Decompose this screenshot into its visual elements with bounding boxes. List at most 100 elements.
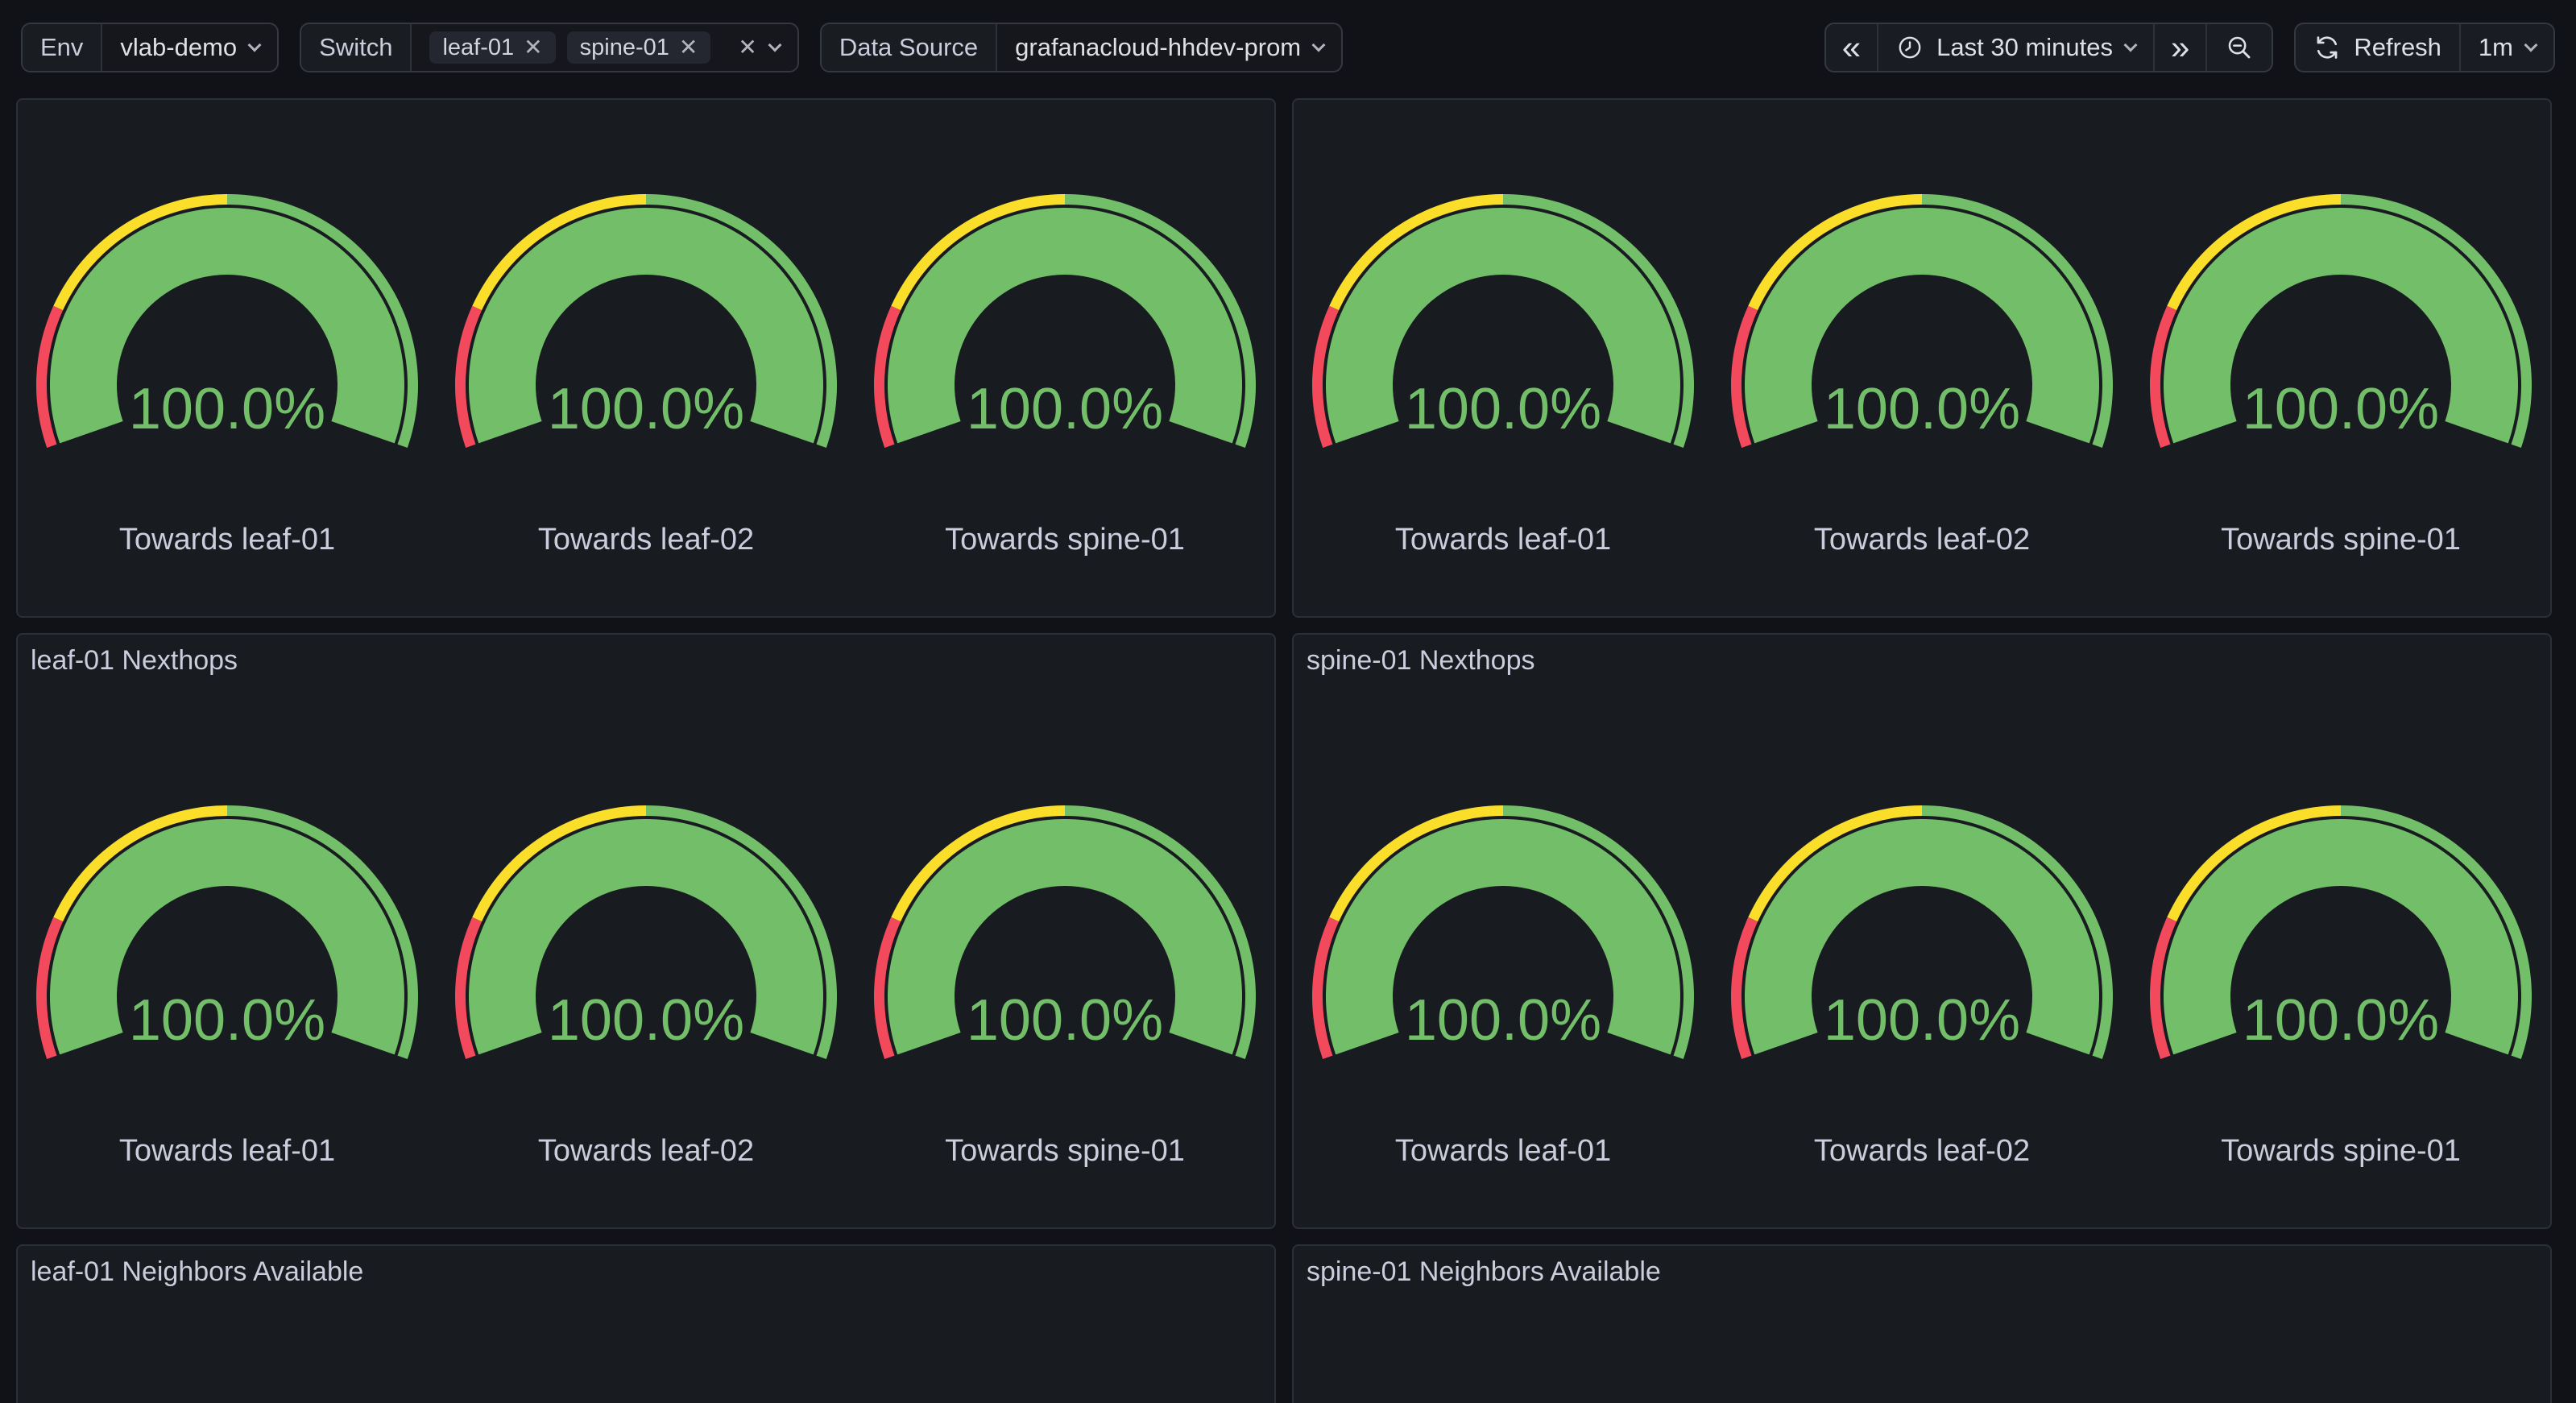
gauges-row: 100.0% Towards leaf-01 100.0% Towards le…	[1294, 192, 2550, 557]
switch-label: Switch	[301, 24, 410, 71]
gauge-arc: 100.0%	[1311, 803, 1696, 1062]
clear-all-icon[interactable]: ✕	[738, 36, 756, 59]
gauge: 100.0% Towards leaf-01	[1294, 192, 1713, 557]
gauge: 100.0% Towards leaf-02	[437, 803, 855, 1169]
panel-leaf01-nexthops: leaf-01 Nexthops 100.0% Towards leaf-01 …	[16, 633, 1276, 1229]
datasource-value: grafanacloud-hhdev-prom	[1015, 33, 1301, 62]
chevron-down-icon	[2524, 39, 2538, 52]
env-variable: Env vlab-demo	[21, 23, 279, 72]
gauge-label: Towards leaf-01	[1395, 522, 1611, 557]
time-shift-forward-button[interactable]: »	[2153, 24, 2205, 71]
gauge-label: Towards leaf-01	[119, 522, 335, 557]
gauge-value: 100.0%	[967, 377, 1163, 441]
chevron-down-icon	[1312, 39, 1326, 52]
panel-title[interactable]: spine-01 Nexthops	[1294, 635, 1548, 686]
chevron-down-icon	[2124, 39, 2138, 52]
gauge-value: 100.0%	[2243, 988, 2439, 1053]
gauge-arc: 100.0%	[2148, 803, 2533, 1062]
gauge: 100.0% Towards leaf-01	[18, 192, 437, 557]
gauge-label: Towards leaf-02	[1814, 522, 2030, 557]
gauge-arc: 100.0%	[1729, 192, 2114, 451]
gauge-value: 100.0%	[129, 988, 325, 1053]
gauge: 100.0% Towards leaf-01	[18, 803, 437, 1169]
gauge-value: 100.0%	[2243, 377, 2439, 441]
time-cluster: « Last 30 minutes »	[1824, 23, 2555, 72]
gauge-value: 100.0%	[1824, 988, 2020, 1053]
remove-tag-icon[interactable]: ✕	[679, 36, 698, 59]
switch-select[interactable]: leaf-01 ✕ spine-01 ✕ ✕	[410, 24, 797, 71]
time-shift-back-button[interactable]: «	[1826, 24, 1877, 71]
time-picker-group: « Last 30 minutes »	[1824, 23, 2274, 72]
gauge-value: 100.0%	[1405, 988, 1601, 1053]
panel-spine01-neighbors: spine-01 Neighbors Available	[1292, 1244, 2552, 1403]
gauge-arc: 100.0%	[1311, 192, 1696, 451]
refresh-label: Refresh	[2354, 33, 2441, 62]
panel-spine01-uplinks: 100.0% Towards leaf-01 100.0% Towards le…	[1292, 98, 2552, 618]
gauge-label: Towards leaf-02	[538, 522, 754, 557]
gauge-label: Towards leaf-01	[1395, 1133, 1611, 1169]
gauge-value: 100.0%	[967, 988, 1163, 1053]
refresh-interval-select[interactable]: 1m	[2459, 24, 2553, 71]
gauge-label: Towards leaf-02	[538, 1133, 754, 1169]
gauge-value: 100.0%	[548, 988, 744, 1053]
chevron-down-icon	[248, 39, 262, 52]
gauge-label: Towards spine-01	[945, 1133, 1185, 1169]
datasource-label: Data Source	[822, 24, 996, 71]
gauge-arc: 100.0%	[872, 192, 1257, 451]
gauge-arc: 100.0%	[453, 192, 839, 451]
gauge-label: Towards leaf-01	[119, 1133, 335, 1169]
panel-leaf01-uplinks: 100.0% Towards leaf-01 100.0% Towards le…	[16, 98, 1276, 618]
variables-cluster: Env vlab-demo Switch leaf-01 ✕ spine-01 …	[21, 23, 1343, 72]
env-label: Env	[23, 24, 101, 71]
gauge: 100.0% Towards leaf-02	[1713, 192, 2131, 557]
remove-tag-icon[interactable]: ✕	[524, 36, 542, 59]
gauge-label: Towards leaf-02	[1814, 1133, 2030, 1169]
gauge-arc: 100.0%	[35, 192, 420, 451]
refresh-group: Refresh 1m	[2294, 23, 2555, 72]
switch-chips: leaf-01 ✕ spine-01 ✕	[429, 31, 710, 64]
time-range-button[interactable]: Last 30 minutes	[1877, 24, 2153, 71]
gauge: 100.0% Towards leaf-01	[1294, 803, 1713, 1169]
datasource-variable: Data Source grafanacloud-hhdev-prom	[820, 23, 1343, 72]
chevron-down-icon	[768, 39, 781, 52]
refresh-button[interactable]: Refresh	[2296, 24, 2459, 71]
gauge-arc: 100.0%	[35, 803, 420, 1062]
switch-variable: Switch leaf-01 ✕ spine-01 ✕ ✕	[300, 23, 799, 72]
refresh-interval: 1m	[2479, 33, 2513, 62]
gauge: 100.0% Towards leaf-02	[437, 192, 855, 557]
switch-chip[interactable]: leaf-01 ✕	[429, 31, 555, 64]
refresh-icon	[2313, 34, 2341, 61]
env-select[interactable]: vlab-demo	[101, 24, 277, 71]
gauge: 100.0% Towards spine-01	[855, 192, 1274, 557]
env-value: vlab-demo	[120, 33, 237, 62]
gauge-value: 100.0%	[1824, 377, 2020, 441]
switch-chip[interactable]: spine-01 ✕	[567, 31, 711, 64]
gauge-arc: 100.0%	[2148, 192, 2533, 451]
gauge-arc: 100.0%	[453, 803, 839, 1062]
gauges-row: 100.0% Towards leaf-01 100.0% Towards le…	[18, 803, 1274, 1169]
datasource-select[interactable]: grafanacloud-hhdev-prom	[996, 24, 1341, 71]
panel-title[interactable]: leaf-01 Nexthops	[18, 635, 251, 686]
panel-title[interactable]: leaf-01 Neighbors Available	[18, 1246, 376, 1297]
zoom-out-icon	[2225, 33, 2254, 62]
gauge: 100.0% Towards spine-01	[2131, 803, 2550, 1169]
gauges-row: 100.0% Towards leaf-01 100.0% Towards le…	[18, 192, 1274, 557]
gauge-value: 100.0%	[129, 377, 325, 441]
panel-leaf01-neighbors: leaf-01 Neighbors Available	[16, 1244, 1276, 1403]
gauges-row: 100.0% Towards leaf-01 100.0% Towards le…	[1294, 803, 2550, 1169]
panel-spine01-nexthops: spine-01 Nexthops 100.0% Towards leaf-01…	[1292, 633, 2552, 1229]
clock-icon	[1896, 34, 1924, 61]
gauge: 100.0% Towards spine-01	[2131, 192, 2550, 557]
gauge: 100.0% Towards leaf-02	[1713, 803, 2131, 1169]
chip-text: spine-01	[580, 35, 669, 61]
panel-title[interactable]: spine-01 Neighbors Available	[1294, 1246, 1674, 1297]
gauge-label: Towards spine-01	[2221, 522, 2461, 557]
time-zoom-out-button[interactable]	[2205, 24, 2272, 71]
chip-text: leaf-01	[442, 35, 514, 61]
gauge-value: 100.0%	[548, 377, 744, 441]
gauge-value: 100.0%	[1405, 377, 1601, 441]
gauge: 100.0% Towards spine-01	[855, 803, 1274, 1169]
gauge-arc: 100.0%	[1729, 803, 2114, 1062]
gauge-arc: 100.0%	[872, 803, 1257, 1062]
gauge-label: Towards spine-01	[945, 522, 1185, 557]
